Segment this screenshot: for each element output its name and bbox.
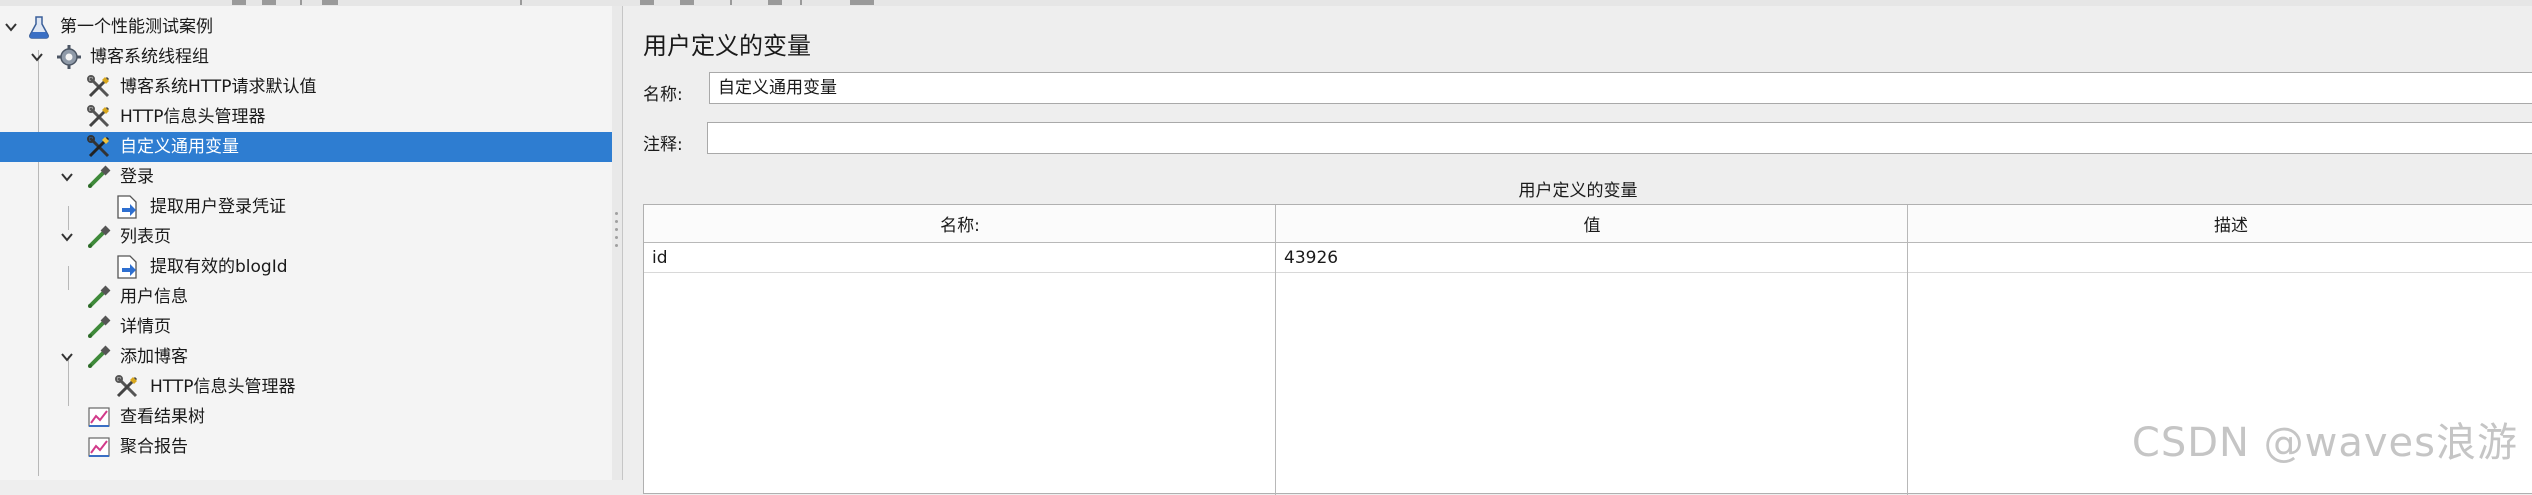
tree-item-extract-blogid[interactable]: 提取有效的blogId xyxy=(0,252,612,282)
tree-item-http-defaults[interactable]: 博客系统HTTP请求默认值 xyxy=(0,72,612,102)
tree-item-label: 查看结果树 xyxy=(120,407,205,427)
tree-item-label: 提取有效的blogId xyxy=(150,257,288,277)
tree-item-test-plan[interactable]: 第一个性能测试案例 xyxy=(0,12,612,42)
name-label: 名称: xyxy=(643,85,683,105)
tree-item-label: 第一个性能测试案例 xyxy=(60,17,213,37)
tree-item-user-info[interactable]: 用户信息 xyxy=(0,282,612,312)
chevron-down-icon[interactable] xyxy=(56,342,78,372)
name-field[interactable]: 自定义通用变量 xyxy=(709,72,2532,104)
tree-item-label: 博客系统线程组 xyxy=(90,47,209,67)
column-header-description[interactable]: 描述 xyxy=(1908,205,2532,243)
config-panel: 用户定义的变量 名称: 自定义通用变量 注释: 用户定义的变量 名称: 值 描述… xyxy=(623,6,2532,495)
tree-item-label: 博客系统HTTP请求默认值 xyxy=(120,77,317,97)
chart-listener-icon xyxy=(86,404,112,430)
pipette-icon xyxy=(86,344,112,370)
tree-item-login[interactable]: 登录 xyxy=(0,162,612,192)
tree-item-label: 自定义通用变量 xyxy=(120,137,239,157)
flask-icon xyxy=(26,14,52,40)
tree-item-label: 添加博客 xyxy=(120,347,188,367)
wrench-screwdriver-icon xyxy=(86,104,112,130)
postprocessor-icon xyxy=(114,254,140,280)
tree-item-label: HTTP信息头管理器 xyxy=(150,377,296,397)
wrench-screwdriver-icon xyxy=(86,134,112,160)
column-header-value[interactable]: 值 xyxy=(1276,205,1908,243)
test-plan-tree[interactable]: 第一个性能测试案例 博客系统线程组 博客系统HTTP请求默认值 HTTP信息头管… xyxy=(0,6,613,480)
table-cell-name[interactable]: id xyxy=(644,243,1275,273)
pipette-icon xyxy=(86,314,112,340)
tree-item-list-page[interactable]: 列表页 xyxy=(0,222,612,252)
pipette-icon xyxy=(86,284,112,310)
tree-item-extract-credential[interactable]: 提取用户登录凭证 xyxy=(0,192,612,222)
column-header-name[interactable]: 名称: xyxy=(644,205,1276,243)
tree-item-label: 用户信息 xyxy=(120,287,188,307)
tree-item-label: 登录 xyxy=(120,167,154,187)
wrench-screwdriver-icon xyxy=(86,74,112,100)
chevron-down-icon[interactable] xyxy=(0,12,22,42)
pipette-icon xyxy=(86,224,112,250)
comment-label: 注释: xyxy=(643,135,683,155)
pane-splitter[interactable] xyxy=(612,6,623,480)
tree-item-thread-group[interactable]: 博客系统线程组 xyxy=(0,42,612,72)
tree-item-label: 详情页 xyxy=(120,317,171,337)
tree-item-user-variables[interactable]: 自定义通用变量 xyxy=(0,132,612,162)
table-cell-description[interactable] xyxy=(1908,243,2532,273)
table-cell-value[interactable]: 43926 xyxy=(1276,243,1907,273)
tree-item-add-blog[interactable]: 添加博客 xyxy=(0,342,612,372)
page-title: 用户定义的变量 xyxy=(643,32,811,60)
chart-listener-icon xyxy=(86,434,112,460)
tree-item-result-tree[interactable]: 查看结果树 xyxy=(0,402,612,432)
pipette-icon xyxy=(86,164,112,190)
chevron-down-icon[interactable] xyxy=(26,42,48,72)
tree-item-label: 提取用户登录凭证 xyxy=(150,197,286,217)
tree-item-detail-page[interactable]: 详情页 xyxy=(0,312,612,342)
gear-icon xyxy=(56,44,82,70)
comment-field[interactable] xyxy=(707,122,2532,154)
chevron-down-icon[interactable] xyxy=(56,222,78,252)
watermark: CSDN @waves浪游 xyxy=(2131,420,2518,466)
tree-item-label: 聚合报告 xyxy=(120,437,188,457)
table-caption: 用户定义的变量 xyxy=(1518,181,1638,201)
tree-item-header-manager-2[interactable]: HTTP信息头管理器 xyxy=(0,372,612,402)
tree-item-label: 列表页 xyxy=(120,227,171,247)
tree-item-label: HTTP信息头管理器 xyxy=(120,107,266,127)
tree-item-aggregate-report[interactable]: 聚合报告 xyxy=(0,432,612,462)
wrench-screwdriver-icon xyxy=(114,374,140,400)
postprocessor-icon xyxy=(114,194,140,220)
tree-item-header-manager[interactable]: HTTP信息头管理器 xyxy=(0,102,612,132)
chevron-down-icon[interactable] xyxy=(56,162,78,192)
